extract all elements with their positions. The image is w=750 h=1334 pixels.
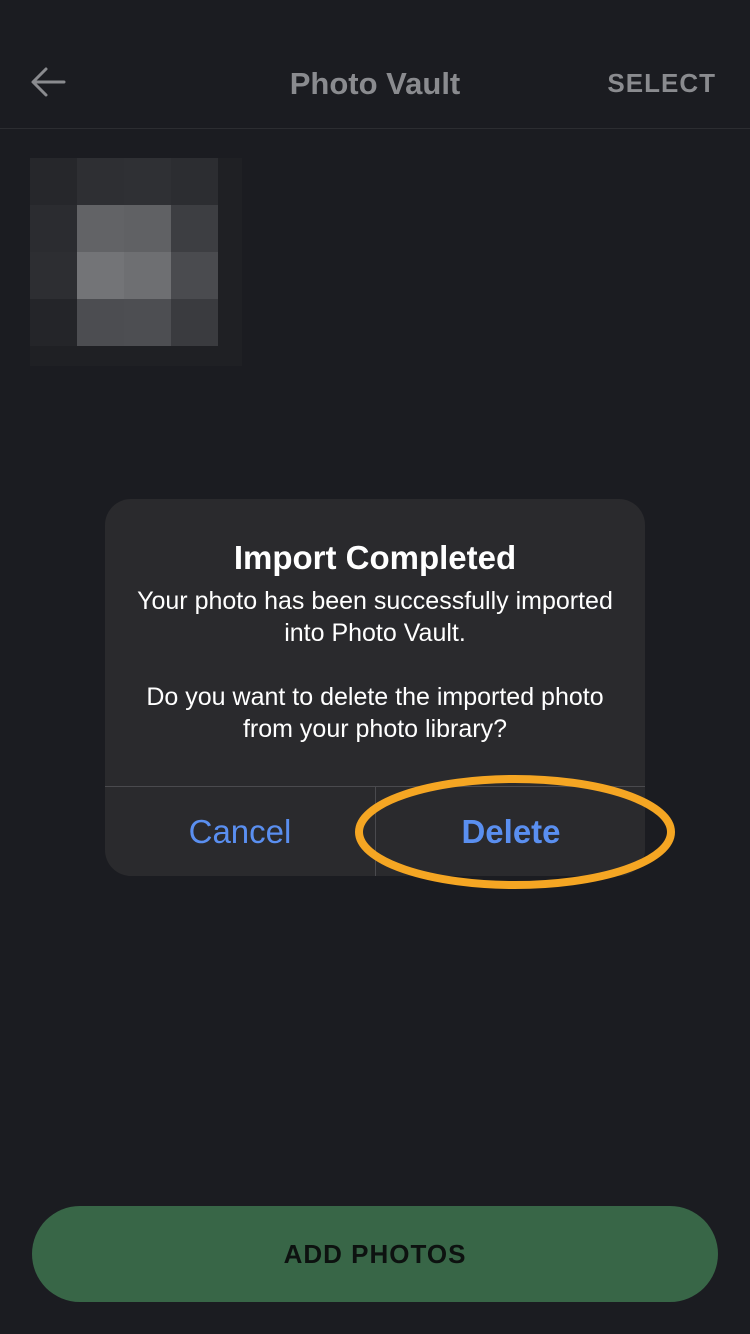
cancel-button[interactable]: Cancel bbox=[105, 787, 375, 876]
add-photos-button[interactable]: ADD PHOTOS bbox=[32, 1206, 718, 1302]
alert-message: Your photo has been successfully importe… bbox=[137, 587, 613, 743]
alert-title: Import Completed bbox=[233, 539, 517, 576]
import-completed-alert: Import Completed Your photo has been suc… bbox=[105, 499, 645, 876]
delete-button[interactable]: Delete bbox=[376, 787, 645, 876]
